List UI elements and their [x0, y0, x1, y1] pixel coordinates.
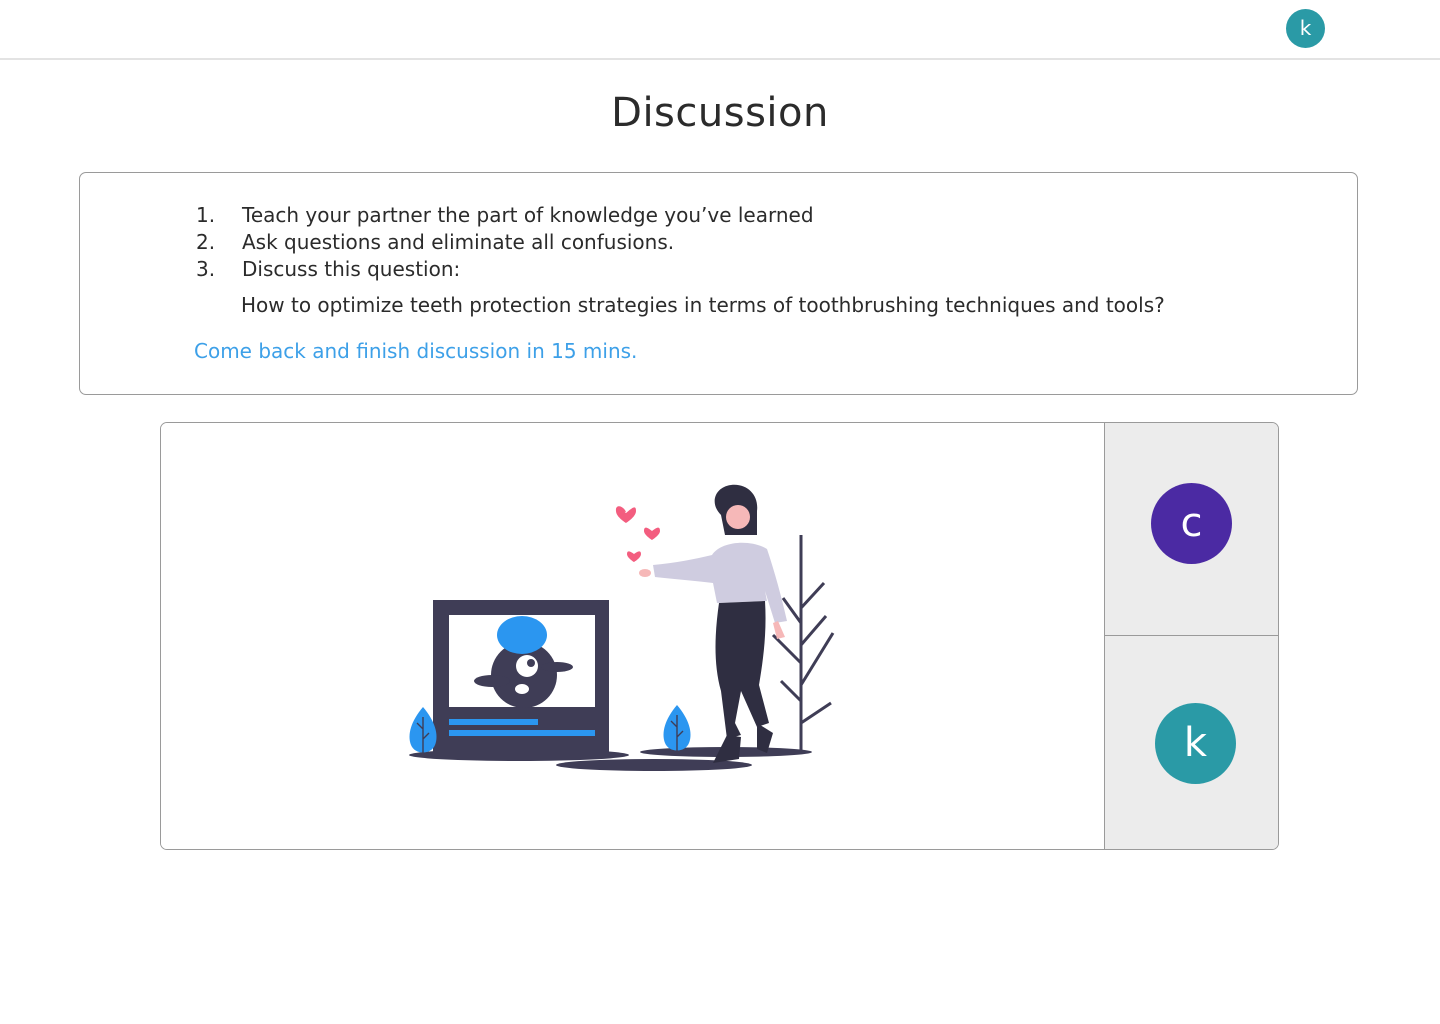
- step-text: Teach your partner the part of knowledge…: [242, 203, 814, 227]
- step-text: Discuss this question:: [242, 257, 461, 281]
- instructions-card: 1. Teach your partner the part of knowle…: [79, 172, 1358, 395]
- main-stage: [161, 423, 1104, 849]
- waiting-illustration: [409, 484, 835, 771]
- video-call-panel: c k: [160, 422, 1279, 850]
- heart-icons: [615, 506, 660, 562]
- step-number: 3.: [196, 257, 216, 281]
- monitor-icon: [433, 600, 609, 758]
- participant-avatar: c: [1151, 483, 1232, 564]
- discussion-question: How to optimize teeth protection strateg…: [241, 293, 1165, 317]
- user-avatar[interactable]: k: [1286, 9, 1325, 48]
- step-text: Ask questions and eliminate all confusio…: [242, 230, 675, 254]
- page-title: Discussion: [611, 90, 829, 136]
- tree-icon: [771, 535, 835, 751]
- step-number: 1.: [196, 203, 216, 227]
- participant-tile: c: [1104, 423, 1278, 636]
- participant-avatar: k: [1155, 703, 1236, 784]
- time-reminder: Come back and finish discussion in 15 mi…: [194, 339, 638, 363]
- top-bar: k: [0, 0, 1440, 60]
- step-number: 2.: [196, 230, 216, 254]
- person-illustration: [639, 484, 787, 763]
- participant-tile: k: [1104, 636, 1278, 849]
